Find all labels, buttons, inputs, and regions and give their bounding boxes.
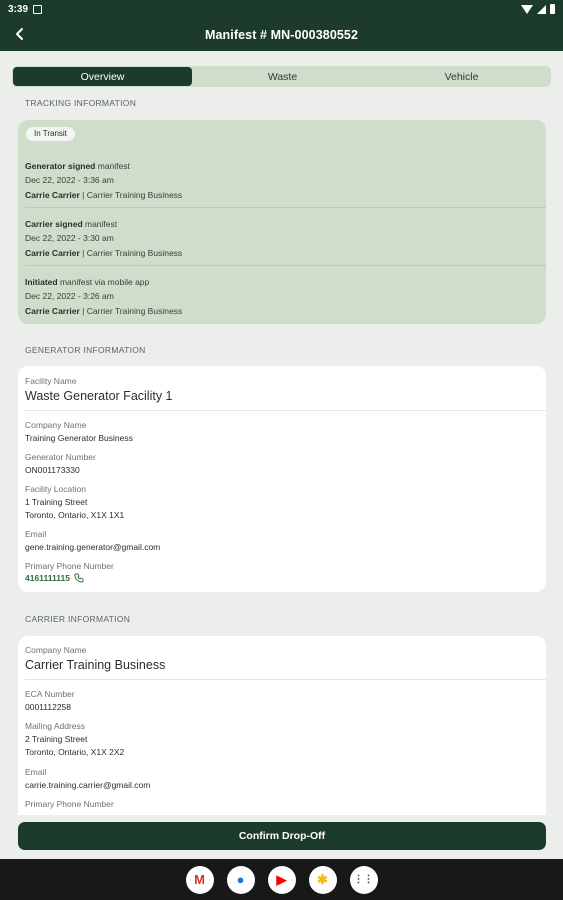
mailing-address-line1: 2 Training Street [25, 734, 88, 744]
generator-card: Facility Name Waste Generator Facility 1… [18, 366, 546, 592]
carrier-company-label: Company Name [25, 645, 87, 655]
divider [25, 207, 546, 208]
tracking-card: In Transit Generator signed manifest Dec… [18, 120, 546, 324]
photos-icon[interactable]: ✱ [308, 865, 337, 894]
notification-icon [33, 4, 43, 14]
facility-location-label: Facility Location [25, 484, 86, 494]
event-person: Carrie Carrier [25, 305, 80, 316]
event-rest: manifest via mobile app [57, 277, 150, 287]
facility-name: Waste Generator Facility 1 [25, 389, 173, 403]
event-company: | Carrier Training Business [79, 189, 183, 200]
tracking-event: Initiated manifest via mobile app Dec 22… [18, 275, 546, 318]
tab-overview[interactable]: Overview [13, 67, 192, 86]
tracking-event: Carrier signed manifest Dec 22, 2022 - 3… [18, 217, 546, 260]
tracking-event: Generator signed manifest Dec 22, 2022 -… [18, 159, 546, 202]
event-action: Generator signed [25, 161, 96, 171]
system-dock: M ● ▶ ✱ ⋮⋮ [0, 859, 563, 900]
tab-vehicle[interactable]: Vehicle [372, 66, 551, 87]
youtube-icon[interactable]: ▶ [267, 865, 296, 894]
event-datetime: Dec 22, 2022 - 3:36 am [25, 175, 114, 186]
carrier-company-name: Carrier Training Business [25, 658, 166, 672]
phone-icon [74, 573, 84, 583]
status-bar: 3:39 [0, 0, 563, 18]
generator-number: ON001173330 [25, 465, 80, 475]
event-action: Initiated [25, 277, 58, 287]
page-title: Manifest # MN-000380552 [204, 27, 359, 42]
mailing-address-line2: Toronto, Ontario, X1X 2X2 [25, 747, 125, 757]
event-datetime: Dec 22, 2022 - 3:30 am [25, 233, 114, 244]
carrier-card: Company Name Carrier Training Business E… [18, 636, 546, 836]
battery-icon [550, 4, 555, 14]
carrier-email: carrie.training.carrier@gmail.com [25, 780, 151, 790]
company-name-label: Company Name [25, 420, 87, 430]
back-arrow-icon[interactable] [8, 22, 32, 46]
chrome-icon[interactable]: ● [226, 865, 255, 894]
facility-location-line1: 1 Training Street [25, 497, 88, 507]
app-bar: Manifest # MN-000380552 [0, 18, 563, 51]
divider [25, 679, 546, 680]
divider [25, 410, 546, 411]
facility-location-line2: Toronto, Ontario, X1X 1X1 [25, 510, 125, 520]
company-name: Training Generator Business [25, 433, 133, 443]
event-person: Carrie Carrier [25, 247, 80, 258]
phone-label: Primary Phone Number [25, 561, 114, 571]
eca-number: 0001112258 [25, 702, 72, 712]
eca-number-label: ECA Number [25, 689, 75, 699]
generator-phone-link[interactable]: 4161111115 [25, 573, 84, 583]
carrier-phone-label: Primary Phone Number [25, 799, 114, 809]
status-icons [521, 4, 555, 14]
generator-number-label: Generator Number [25, 452, 96, 462]
event-datetime: Dec 22, 2022 - 3:26 am [25, 291, 114, 302]
gmail-icon[interactable]: M [185, 865, 214, 894]
generator-section-label: GENERATOR INFORMATION [25, 345, 146, 355]
event-company: | Carrier Training Business [79, 305, 183, 316]
facility-name-label: Facility Name [25, 376, 77, 386]
event-action: Carrier signed [25, 219, 83, 229]
event-rest: manifest [95, 161, 130, 171]
status-time: 3:39 [8, 3, 29, 15]
divider [25, 265, 546, 266]
generator-email: gene.training.generator@gmail.com [25, 542, 161, 552]
signal-icon [537, 4, 546, 14]
tracking-section-label: TRACKING INFORMATION [25, 98, 137, 108]
event-person: Carrie Carrier [25, 189, 80, 200]
event-rest: manifest [82, 219, 118, 229]
tab-bar: Overview Waste Vehicle [12, 66, 551, 87]
carrier-section-label: CARRIER INFORMATION [25, 614, 131, 624]
status-badge: In Transit [26, 127, 75, 141]
generator-phone: 4161111115 [25, 573, 70, 583]
wifi-icon [521, 4, 533, 14]
email-label: Email [25, 529, 47, 539]
tab-waste[interactable]: Waste [193, 66, 372, 87]
event-company: | Carrier Training Business [79, 247, 183, 258]
confirm-drop-off-button[interactable]: Confirm Drop-Off [18, 822, 546, 850]
mailing-address-label: Mailing Address [25, 721, 86, 731]
app-drawer-icon[interactable]: ⋮⋮ [349, 865, 378, 894]
carrier-email-label: Email [25, 767, 47, 777]
